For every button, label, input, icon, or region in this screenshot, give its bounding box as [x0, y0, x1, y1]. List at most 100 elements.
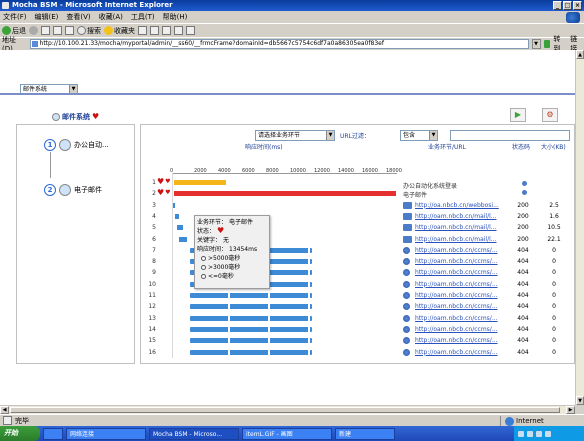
- response-bar[interactable]: [190, 304, 312, 310]
- taskbar-item-paint[interactable]: itemL.GIF - 画图: [242, 427, 332, 440]
- node-badge-icon: 1: [44, 139, 56, 151]
- page-done-icon: [3, 416, 12, 425]
- url-link[interactable]: http://oa.nbcb.cn/webbosi...: [415, 201, 515, 210]
- tooltip-option-0[interactable]: <=0毫秒: [201, 272, 267, 281]
- response-bar[interactable]: [174, 191, 396, 197]
- response-bar[interactable]: [177, 225, 183, 231]
- menu-edit[interactable]: 编辑(E): [35, 11, 59, 23]
- go-arrow-icon[interactable]: [543, 39, 551, 48]
- response-bar[interactable]: [173, 202, 175, 208]
- favorites-button[interactable]: 收藏夹: [104, 26, 135, 36]
- url-link[interactable]: http://oam.nbcb.cn/ccms/...: [415, 246, 515, 255]
- page-icon: [403, 212, 412, 220]
- url-link[interactable]: http://oam.nbcb.cn/ccms/...: [415, 280, 515, 289]
- url-link[interactable]: http://oam.nbcb.cn/ccms/...: [415, 325, 515, 334]
- globe-icon: [403, 325, 410, 333]
- menu-view[interactable]: 查看(V): [66, 11, 90, 23]
- close-button[interactable]: ×: [573, 1, 582, 10]
- tray-icon[interactable]: [518, 430, 524, 437]
- response-bar[interactable]: [175, 213, 179, 219]
- url-filter-input[interactable]: [450, 130, 570, 141]
- response-bar[interactable]: [190, 315, 312, 321]
- tray-icon[interactable]: [545, 430, 551, 437]
- address-dropdown-button[interactable]: ▼: [531, 38, 541, 49]
- size-value: 0: [552, 269, 556, 277]
- stop-icon[interactable]: [41, 26, 50, 35]
- status-text: 完毕: [15, 416, 29, 425]
- tree-node-email[interactable]: 2 电子邮件: [44, 184, 102, 196]
- vertical-scrollbar[interactable]: ▲ ▼: [575, 50, 584, 405]
- state-code: 404: [517, 337, 529, 345]
- menu-tools[interactable]: 工具(T): [131, 11, 155, 23]
- url-link[interactable]: http://oam.nbcb.cn/mail/l...: [415, 235, 515, 244]
- url-link[interactable]: http://oam.nbcb.cn/ccms/...: [415, 268, 515, 277]
- tray-icon[interactable]: [536, 430, 542, 437]
- tooltip-option-3000[interactable]: >3000毫秒: [201, 263, 267, 272]
- response-bar[interactable]: [190, 326, 312, 332]
- url-link[interactable]: http://oam.nbcb.cn/ccms/...: [415, 336, 515, 345]
- response-bar[interactable]: [190, 349, 312, 355]
- play-button[interactable]: ▶: [510, 108, 526, 122]
- scroll-down-icon[interactable]: ▼: [576, 396, 584, 405]
- row-number: 6: [152, 235, 156, 243]
- url-link[interactable]: http://oam.nbcb.cn/ccms/...: [415, 302, 515, 311]
- search-button[interactable]: 搜索: [77, 26, 101, 36]
- url-link[interactable]: http://oam.nbcb.cn/ccms/...: [415, 291, 515, 300]
- start-button[interactable]: 开始: [0, 426, 40, 441]
- state-code: 200: [517, 201, 529, 209]
- edit-icon[interactable]: [174, 26, 183, 35]
- table-row[interactable]: 2 ♥ ♥: [140, 189, 575, 200]
- scroll-thumb[interactable]: [10, 407, 560, 413]
- url-filter-mode-select[interactable]: 包含 ▼: [400, 130, 438, 141]
- step-filter-select[interactable]: 请选择业务环节 ▼: [255, 130, 335, 141]
- size-value: 0: [552, 292, 556, 299]
- address-input[interactable]: http://10.100.21.33/mocha/myportal/admin…: [29, 38, 529, 49]
- response-bar[interactable]: [190, 338, 312, 344]
- scroll-up-icon[interactable]: ▲: [576, 50, 584, 59]
- response-bar[interactable]: [179, 236, 187, 242]
- url-link[interactable]: http://oam.nbcb.cn/mail/l...: [415, 223, 515, 232]
- scroll-right-icon[interactable]: ▶: [566, 406, 575, 414]
- tree-node-office[interactable]: 1 办公自动...: [44, 139, 109, 151]
- url-link[interactable]: http://oam.nbcb.cn/ccms/...: [415, 257, 515, 266]
- row-number: 9: [152, 269, 156, 277]
- system-tray: [514, 426, 584, 441]
- col-size-header: 大小(KB): [541, 144, 566, 151]
- tree-connector: [50, 152, 51, 178]
- node-globe-icon: [59, 184, 71, 196]
- row-number: 3: [152, 201, 156, 209]
- menu-help[interactable]: 帮助(H): [163, 11, 188, 23]
- url-link[interactable]: http://oam.nbcb.cn/ccms/...: [415, 348, 515, 357]
- quick-launch[interactable]: [43, 427, 63, 440]
- horizontal-scrollbar[interactable]: ◀ ▶: [0, 405, 575, 414]
- taskbar-item-network[interactable]: 网络连接: [66, 427, 146, 440]
- table-row[interactable]: 1 ♥ ♥: [140, 178, 575, 189]
- state-code: 200: [517, 235, 529, 243]
- menu-favorites[interactable]: 收藏(A): [99, 11, 123, 23]
- response-bar[interactable]: [174, 180, 226, 185]
- menu-file[interactable]: 文件(F): [3, 11, 27, 23]
- home-icon[interactable]: [65, 26, 74, 35]
- row-number: 5: [152, 224, 156, 232]
- taskbar: 开始 网络连接 Mocha BSM - Microso... itemL.GIF…: [0, 426, 584, 441]
- taskbar-item-new[interactable]: 新建: [335, 427, 395, 440]
- refresh-icon[interactable]: [53, 26, 62, 35]
- tray-icon[interactable]: [527, 430, 533, 437]
- print-icon[interactable]: [162, 26, 171, 35]
- maximize-button[interactable]: □: [563, 1, 572, 10]
- minimize-button[interactable]: _: [553, 1, 562, 10]
- mail-icon[interactable]: [150, 26, 159, 35]
- taskbar-item-browser[interactable]: Mocha BSM - Microso...: [149, 427, 239, 440]
- settings-button[interactable]: ⚙: [542, 108, 558, 122]
- url-link[interactable]: http://oam.nbcb.cn/mail/l...: [415, 212, 515, 221]
- scroll-left-icon[interactable]: ◀: [0, 406, 9, 414]
- url-link[interactable]: http://oam.nbcb.cn/ccms/...: [415, 314, 515, 323]
- security-zone: Internet: [500, 416, 544, 426]
- response-bar[interactable]: [190, 293, 312, 298]
- discuss-icon[interactable]: [186, 26, 195, 35]
- history-icon[interactable]: [138, 26, 147, 35]
- tooltip-option-5000[interactable]: >5000毫秒: [201, 254, 267, 263]
- forward-arrow-icon[interactable]: [29, 26, 38, 35]
- menu-bar: 文件(F) 编辑(E) 查看(V) 收藏(A) 工具(T) 帮助(H): [0, 11, 584, 23]
- size-value: 0: [552, 246, 556, 254]
